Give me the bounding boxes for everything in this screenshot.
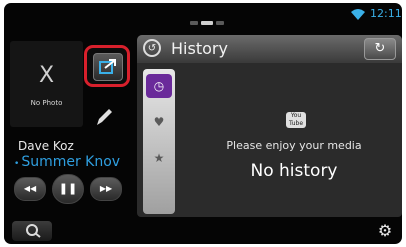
enjoy-media-message: Please enjoy your media [226, 139, 362, 152]
tab-history[interactable]: ◷ [146, 74, 172, 98]
source-button[interactable] [12, 221, 52, 241]
tab-starred[interactable]: ★ [146, 146, 172, 170]
no-photo-label: No Photo [30, 99, 63, 107]
next-icon: ▶▶ [99, 184, 113, 193]
history-side-tabs: ◷ ♥ ★ [143, 69, 175, 214]
pause-icon: ❚❚ [58, 182, 78, 195]
back-button[interactable]: ↺ [143, 39, 161, 57]
no-photo-icon: X [38, 63, 55, 88]
wifi-icon [351, 9, 365, 20]
share-button-highlight [84, 45, 130, 87]
previous-icon: ◀◀ [23, 184, 37, 193]
refresh-icon: ↻ [374, 41, 386, 56]
page-dot-active [201, 21, 213, 25]
settings-button[interactable]: ⚙ [372, 221, 398, 241]
favorite-heart-icon: ♥ [153, 115, 165, 129]
history-panel: ↺ History ↻ ◷ ♥ ★ You Tube Please enjoy … [137, 35, 402, 217]
track-marker-icon: • [14, 159, 20, 169]
tab-favorites[interactable]: ♥ [146, 110, 172, 134]
track-title: • Summer Knov [14, 154, 136, 170]
youtube-logo: You Tube [286, 112, 306, 128]
pencil-icon[interactable] [94, 106, 114, 128]
artist-name: Dave Koz [18, 139, 74, 153]
head-unit-screen: 12:11 X No Photo Dave Koz • Summer Knov ◀… [4, 3, 402, 244]
page-dot [190, 21, 198, 25]
refresh-button[interactable]: ↻ [364, 38, 396, 60]
history-header: ↺ History ↻ [137, 35, 402, 63]
previous-button[interactable]: ◀◀ [14, 177, 46, 201]
album-art-placeholder: X No Photo [10, 41, 83, 127]
source-search-icon [26, 224, 41, 238]
track-title-text: Summer Knov [21, 154, 121, 170]
no-history-text: No history [250, 161, 338, 181]
next-button[interactable]: ▶▶ [90, 177, 122, 201]
history-clock-icon: ◷ [153, 79, 165, 93]
page-indicator [190, 21, 230, 26]
page-dot [216, 21, 224, 25]
history-title: History [171, 39, 228, 58]
star-icon: ★ [153, 151, 165, 165]
gear-icon: ⚙ [377, 221, 393, 240]
status-time: 12:11 [370, 7, 402, 20]
share-button[interactable] [93, 53, 123, 81]
back-arrow-icon: ↺ [147, 43, 157, 54]
pause-button[interactable]: ❚❚ [52, 174, 84, 204]
share-icon [99, 59, 116, 74]
transport-controls: ◀◀ ❚❚ ▶▶ [14, 174, 126, 204]
